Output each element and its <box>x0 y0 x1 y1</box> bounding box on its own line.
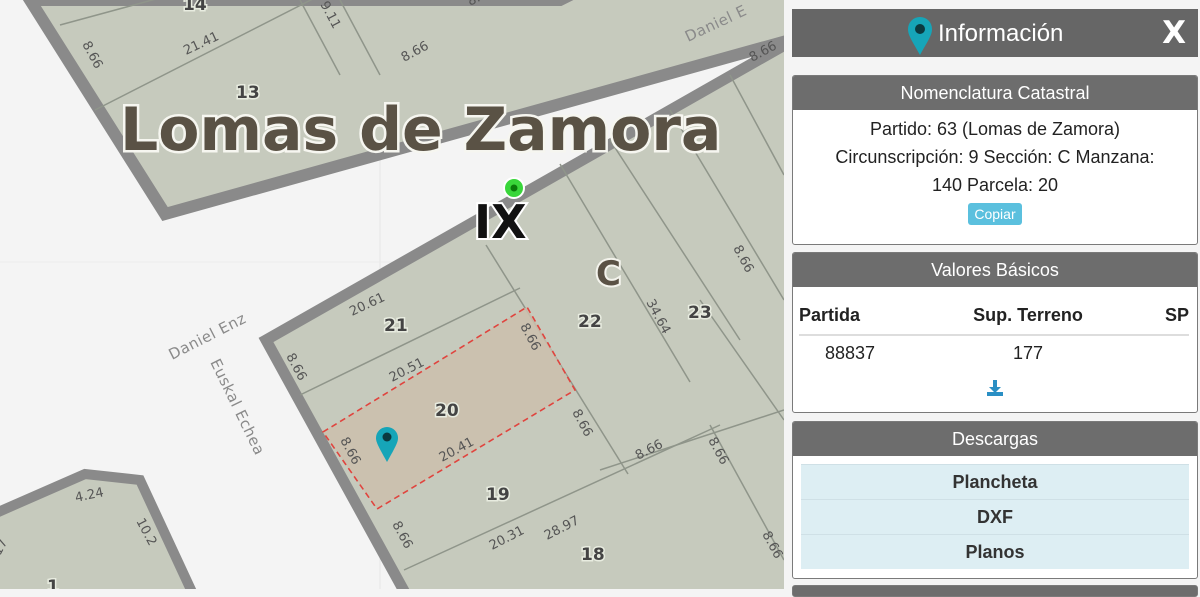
map-canvas[interactable]: Daniel E Daniel Enz Euskal Echea 14 13 2… <box>0 0 784 589</box>
column-header: SP <box>1139 305 1189 336</box>
valores-card: Valores Básicos Partida Sup. Terreno SP … <box>792 252 1198 413</box>
cadastral-map[interactable]: Daniel E Daniel Enz Euskal Echea 14 13 2… <box>0 0 784 589</box>
nomenclatura-line: Circunscripción: 9 Sección: C Manzana: <box>835 147 1155 167</box>
download-plancheta-button[interactable]: Plancheta <box>801 464 1189 499</box>
nomenclatura-card: Nomenclatura Catastral Partido: 63 (Loma… <box>792 75 1198 245</box>
nomenclatura-header: Nomenclatura Catastral <box>793 76 1197 110</box>
panel-title: Información <box>938 20 1064 47</box>
parcel-number: 20 <box>435 401 459 421</box>
download-planos-button[interactable]: Planos <box>801 534 1189 569</box>
download-dxf-button[interactable]: DXF <box>801 499 1189 534</box>
table-row: 88837 177 <box>799 335 1189 365</box>
descargas-card: Descargas Plancheta DXF Planos <box>792 421 1198 579</box>
sup-terreno-value: 177 <box>1012 343 1044 363</box>
parcel-number: 18 <box>581 545 605 565</box>
copy-button[interactable]: Copiar <box>968 203 1022 225</box>
column-header: Partida <box>799 305 917 336</box>
parcel-number: 23 <box>688 303 712 323</box>
map-marker-icon <box>908 17 932 55</box>
seccion-label: C <box>596 254 621 294</box>
nomenclatura-line: 140 Parcela: 20 <box>931 175 1059 195</box>
parcel-number: 14 <box>183 0 207 15</box>
sp-value <box>1139 335 1189 365</box>
parcel-number: 22 <box>578 312 602 332</box>
green-location-icon[interactable] <box>503 177 525 199</box>
parcel-number: 19 <box>486 485 510 505</box>
parcel-number: 21 <box>384 316 408 336</box>
city-label: Lomas de Zamora <box>120 95 721 165</box>
nomenclatura-line: Partido: 63 (Lomas de Zamora) <box>869 119 1121 139</box>
info-panel: Información X Nomenclatura Catastral Par… <box>786 0 1200 597</box>
parcel-number: 1 <box>47 577 59 589</box>
download-icon[interactable] <box>986 379 1004 397</box>
next-card-header <box>792 585 1198 597</box>
close-icon[interactable]: X <box>1162 15 1186 51</box>
valores-table: Partida Sup. Terreno SP 88837 177 <box>799 305 1189 365</box>
info-header: Información X <box>792 9 1198 57</box>
partida-value: 88837 <box>825 343 876 363</box>
descargas-header: Descargas <box>793 422 1197 456</box>
column-header: Sup. Terreno <box>917 305 1139 336</box>
valores-header: Valores Básicos <box>793 253 1197 287</box>
circunscripcion-label: IX <box>474 195 527 249</box>
